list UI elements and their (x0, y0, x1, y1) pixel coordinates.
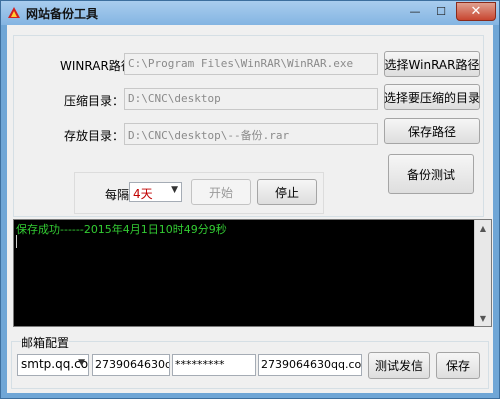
app-window: 网站备份工具 — ☐ ✕ WINRAR路径： C:\Program Files\… (0, 0, 500, 399)
close-icon: ✕ (470, 4, 482, 19)
chevron-down-icon: ▼ (78, 358, 85, 368)
client-area: WINRAR路径： C:\Program Files\WinRAR\WinRAR… (7, 25, 493, 393)
compress-dir-field[interactable]: D:\CNC\desktop (124, 88, 378, 110)
interval-panel: 每隔 4天 ▼ 开始 停止 (74, 172, 324, 214)
save-path-button[interactable]: 保存路径 (384, 118, 480, 144)
app-logo-icon (8, 7, 20, 18)
log-scrollbar[interactable]: ▲ ▼ (474, 220, 491, 326)
mail-settings-legend: 邮箱配置 (21, 334, 70, 351)
backup-settings-group: WINRAR路径： C:\Program Files\WinRAR\WinRAR… (13, 35, 484, 217)
maximize-button[interactable]: ☐ (428, 2, 454, 20)
maximize-icon: ☐ (436, 4, 446, 18)
smtp-server-select[interactable]: smtp.qq.co ▼ (17, 354, 89, 376)
log-line: 保存成功------2015年4月1日10时49分9秒 (16, 223, 227, 236)
start-button[interactable]: 开始 (191, 179, 251, 205)
minimize-button[interactable]: — (402, 2, 428, 20)
test-mail-button[interactable]: 测试发信 (368, 352, 430, 379)
log-output[interactable]: 保存成功------2015年4月1日10时49分9秒 ▲ ▼ (13, 219, 492, 327)
minimize-icon: — (409, 4, 421, 18)
select-winrar-path-button[interactable]: 选择WinRAR路径 (384, 51, 480, 77)
mail-settings-group: smtp.qq.co ▼ 2739064630qq.co ********* 2… (11, 341, 489, 389)
window-title: 网站备份工具 (26, 7, 99, 21)
interval-label: 每隔 (105, 188, 130, 202)
close-button[interactable]: ✕ (456, 2, 496, 21)
receiver-email-input[interactable]: 2739064630qq.com (258, 354, 362, 376)
select-compress-dir-button[interactable]: 选择要压缩的目录 (384, 84, 480, 110)
interval-value: 4天 (133, 187, 153, 201)
scroll-down-icon[interactable]: ▼ (475, 310, 491, 326)
text-caret (16, 235, 17, 248)
scroll-up-icon[interactable]: ▲ (475, 220, 491, 236)
backup-test-button[interactable]: 备份测试 (388, 154, 474, 194)
winrar-path-field[interactable]: C:\Program Files\WinRAR\WinRAR.exe (124, 53, 378, 75)
password-input[interactable]: ********* (172, 354, 256, 376)
compress-dir-label: 压缩目录： (64, 94, 125, 108)
save-dir-field[interactable]: D:\CNC\desktop\--备份.rar (124, 123, 378, 145)
interval-select[interactable]: 4天 ▼ (129, 182, 182, 202)
mail-save-button[interactable]: 保存 (436, 352, 480, 379)
sender-email-input[interactable]: 2739064630qq.co (92, 354, 170, 376)
title-bar[interactable]: 网站备份工具 — ☐ ✕ (1, 1, 499, 25)
chevron-down-icon: ▼ (171, 185, 178, 195)
save-dir-label: 存放目录： (64, 129, 125, 143)
stop-button[interactable]: 停止 (257, 179, 317, 205)
